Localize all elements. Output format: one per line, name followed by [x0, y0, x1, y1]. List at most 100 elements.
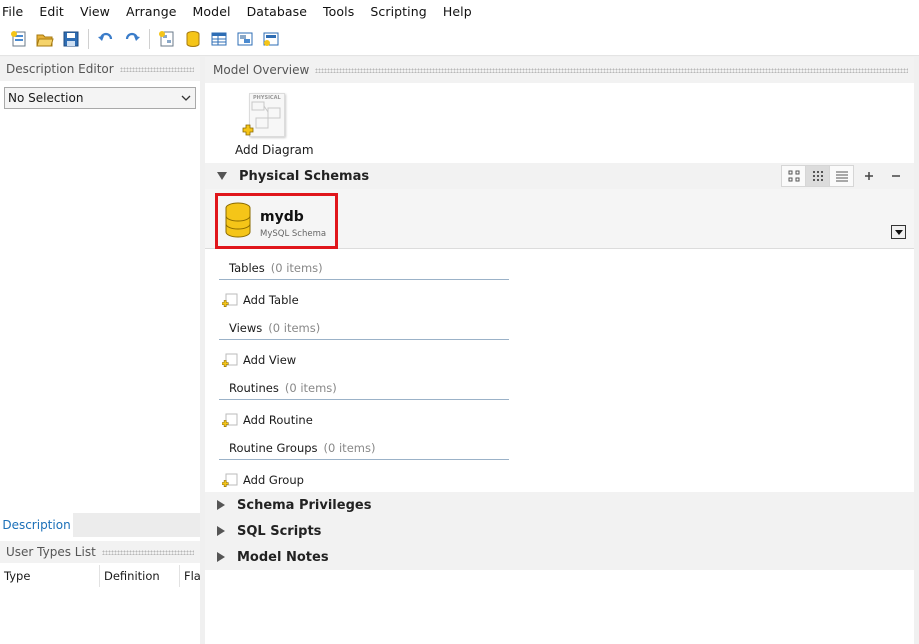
save-model-icon[interactable] — [60, 28, 82, 50]
tables-label: Tables — [229, 261, 265, 275]
schema-privileges-section[interactable]: Schema Privileges — [205, 492, 914, 518]
toolbar-separator — [149, 28, 150, 49]
menu-view[interactable]: View — [80, 4, 118, 19]
new-model-icon[interactable] — [8, 28, 30, 50]
menu-bar: File Edit View Arrange Model Database To… — [0, 0, 919, 22]
panel-grip[interactable] — [101, 549, 194, 555]
add-group-label: Add Group — [243, 473, 304, 487]
expand-triangle-icon[interactable] — [217, 526, 225, 536]
column-definition[interactable]: Definition — [100, 565, 180, 587]
plus-icon — [864, 172, 873, 180]
open-model-icon[interactable] — [34, 28, 56, 50]
schema-tab-mydb[interactable]: mydb MySQL Schema — [215, 193, 338, 249]
physical-schemas-section[interactable]: Physical Schemas — [205, 163, 914, 189]
selection-dropdown[interactable]: No Selection — [4, 87, 196, 109]
expand-triangle-icon[interactable] — [217, 500, 225, 510]
add-group-button[interactable]: Add Group — [222, 469, 304, 491]
sql-scripts-title: SQL Scripts — [237, 523, 322, 539]
new-schema-icon[interactable] — [182, 28, 204, 50]
sql-scripts-section[interactable]: SQL Scripts — [205, 518, 914, 544]
add-routine-icon — [222, 413, 238, 427]
add-view-button[interactable]: Add View — [222, 349, 296, 371]
add-routine-button[interactable]: Add Routine — [222, 409, 313, 431]
model-notes-title: Model Notes — [237, 549, 329, 565]
left-panel: Description Editor No Selection Descript… — [0, 57, 200, 644]
add-view-icon — [222, 353, 238, 367]
views-count: (0 items) — [268, 321, 321, 335]
add-routine-label: Add Routine — [243, 413, 313, 427]
diagram-thumbnail-label: PHYSICAL — [253, 95, 281, 101]
collapse-triangle-icon[interactable] — [217, 172, 227, 180]
panel-grip[interactable] — [315, 67, 908, 73]
menu-arrange[interactable]: Arrange — [126, 4, 185, 19]
add-view-label: Add View — [243, 353, 297, 367]
small-icons-icon — [812, 171, 823, 181]
new-routine-icon[interactable] — [260, 28, 282, 50]
user-types-header: User Types List — [0, 541, 200, 563]
redo-icon[interactable] — [121, 28, 143, 50]
add-table-icon — [222, 293, 238, 307]
menu-file[interactable]: File — [2, 4, 31, 19]
user-types-title: User Types List — [6, 545, 96, 559]
schema-menu-button[interactable] — [891, 225, 906, 239]
new-view-icon[interactable] — [234, 28, 256, 50]
minus-icon — [891, 175, 900, 177]
view-mode-buttons — [781, 165, 908, 187]
views-group-header: Views (0 items) — [219, 318, 509, 340]
list-icon — [835, 171, 848, 182]
left-tab-bar: Description — [0, 513, 200, 537]
panel-grip[interactable] — [119, 66, 194, 72]
toolbar-separator — [88, 28, 89, 49]
views-label: Views — [229, 321, 263, 335]
menu-scripting[interactable]: Scripting — [370, 4, 435, 19]
routine-groups-label: Routine Groups — [229, 441, 318, 455]
physical-schemas-title: Physical Schemas — [239, 168, 370, 184]
large-icons-view-button[interactable] — [781, 165, 806, 187]
undo-icon[interactable] — [95, 28, 117, 50]
diagram-area: PHYSICAL Add Diagram — [205, 83, 914, 163]
triangle-down-icon — [894, 229, 903, 235]
column-flags[interactable]: Flags — [180, 565, 200, 587]
menu-tools[interactable]: Tools — [323, 4, 362, 19]
small-icons-view-button[interactable] — [805, 165, 830, 187]
routines-group-header: Routines (0 items) — [219, 378, 509, 400]
toolbar — [0, 22, 919, 56]
expand-triangle-icon[interactable] — [217, 552, 225, 562]
description-editor-header: Description Editor — [0, 57, 200, 81]
schema-name: mydb — [260, 209, 304, 225]
add-table-label: Add Table — [243, 293, 299, 307]
new-table-icon[interactable] — [208, 28, 230, 50]
column-type[interactable]: Type — [0, 565, 100, 587]
collapsed-sections: Schema Privileges SQL Scripts Model Note… — [205, 492, 914, 570]
new-diagram-icon[interactable] — [156, 28, 178, 50]
schema-subtitle: MySQL Schema — [260, 229, 327, 239]
schema-tab-area: mydb MySQL Schema — [205, 189, 914, 249]
chevron-down-icon — [181, 95, 191, 101]
user-types-columns: Type Definition Flags — [0, 565, 200, 587]
menu-edit[interactable]: Edit — [39, 4, 72, 19]
routines-count: (0 items) — [284, 381, 337, 395]
add-schema-button[interactable] — [856, 165, 881, 187]
model-notes-section[interactable]: Model Notes — [205, 544, 914, 570]
selection-value: No Selection — [8, 91, 84, 105]
description-editor-title: Description Editor — [6, 62, 114, 76]
model-overview-title: Model Overview — [213, 63, 310, 77]
tables-group-header: Tables (0 items) — [219, 258, 509, 280]
routine-groups-group-header: Routine Groups (0 items) — [219, 438, 509, 460]
add-diagram-button[interactable]: PHYSICAL — [242, 93, 285, 137]
menu-model[interactable]: Model — [193, 4, 239, 19]
list-view-button[interactable] — [829, 165, 854, 187]
tab-description[interactable]: Description — [0, 513, 73, 537]
menu-help[interactable]: Help — [443, 4, 480, 19]
large-icons-icon — [788, 170, 799, 182]
menu-database[interactable]: Database — [247, 4, 315, 19]
add-diagram-label[interactable]: Add Diagram — [235, 143, 314, 157]
model-overview-panel: Model Overview PHYSICAL Add Diagram Phys… — [205, 57, 914, 644]
add-group-icon — [222, 473, 238, 487]
tables-count: (0 items) — [270, 261, 323, 275]
routine-groups-count: (0 items) — [323, 441, 376, 455]
database-icon — [225, 202, 251, 238]
remove-schema-button[interactable] — [883, 165, 908, 187]
add-table-button[interactable]: Add Table — [222, 289, 299, 311]
schema-privileges-title: Schema Privileges — [237, 497, 372, 513]
